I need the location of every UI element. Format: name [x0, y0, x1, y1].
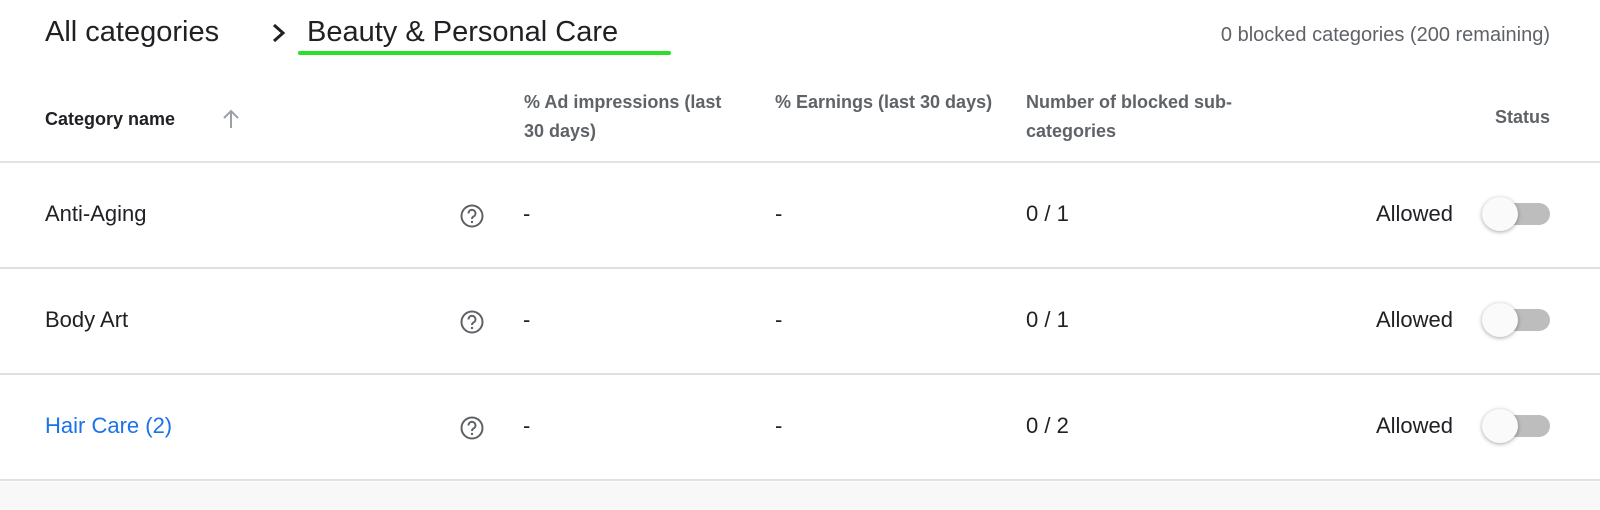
- earnings-value: -: [775, 201, 783, 226]
- status-toggle[interactable]: [1482, 302, 1552, 338]
- toggle-thumb: [1482, 303, 1518, 337]
- blocked-count: 0 / 1: [1026, 201, 1069, 226]
- blocked-count: 0 / 2: [1026, 413, 1069, 438]
- column-header-category-name[interactable]: Category name: [45, 105, 175, 134]
- ad-impressions-value: -: [523, 201, 531, 226]
- toggle-thumb: [1482, 197, 1518, 231]
- chevron-right-icon: [273, 23, 286, 43]
- toggle-thumb: [1482, 409, 1518, 443]
- column-header-earnings: % Earnings (last 30 days): [775, 92, 993, 112]
- status-label: Allowed: [1375, 413, 1453, 438]
- ad-impressions-value: -: [523, 307, 531, 332]
- ad-impressions-value: -: [523, 413, 531, 438]
- column-header-ad-impressions: % Ad impressions (last 30 days): [524, 92, 722, 141]
- help-circle-icon[interactable]: [459, 415, 485, 441]
- category-name: Anti-Aging: [45, 201, 147, 226]
- breadcrumb-all-categories[interactable]: All categories: [45, 16, 219, 49]
- table-footer: [0, 482, 1600, 510]
- page-header: All categories Beauty & Personal Care 0 …: [0, 0, 1600, 75]
- category-name-link[interactable]: Hair Care (2): [45, 413, 172, 439]
- table-row: Body Art - - 0 / 1 Allowed: [0, 269, 1600, 375]
- help-circle-icon[interactable]: [459, 309, 485, 335]
- highlight-underline: [298, 51, 671, 55]
- column-header-blocked-subcategories: Number of blocked sub-categories: [1026, 92, 1233, 141]
- earnings-value: -: [775, 413, 783, 438]
- table-header: Category name % Ad impressions (last 30 …: [0, 75, 1600, 163]
- arrow-up-icon[interactable]: [222, 108, 240, 130]
- status-toggle[interactable]: [1482, 196, 1552, 232]
- category-name: Body Art: [45, 307, 129, 332]
- table-row: Hair Care (2) - - 0 / 2 Allowed: [0, 375, 1600, 481]
- status-toggle[interactable]: [1482, 408, 1552, 444]
- column-header-status: Status: [1494, 107, 1550, 127]
- earnings-value: -: [775, 307, 783, 332]
- blocked-summary: 0 blocked categories (200 remaining): [1220, 24, 1550, 46]
- table-row: Anti-Aging - - 0 / 1 Allowed: [0, 163, 1600, 269]
- status-label: Allowed: [1375, 201, 1453, 226]
- breadcrumb-current: Beauty & Personal Care: [307, 16, 619, 48]
- help-circle-icon[interactable]: [459, 203, 485, 229]
- status-label: Allowed: [1375, 307, 1453, 332]
- blocked-count: 0 / 1: [1026, 307, 1069, 332]
